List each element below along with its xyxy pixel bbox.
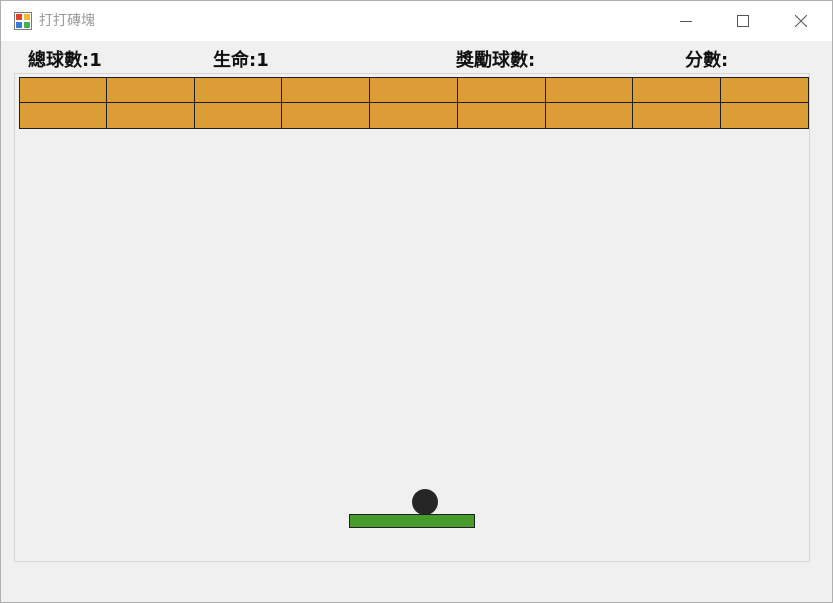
brick (632, 102, 722, 129)
brick (456, 102, 546, 129)
brick (632, 77, 722, 103)
app-window-icon (14, 12, 32, 30)
brick (105, 102, 195, 129)
brick (105, 77, 195, 103)
brick (193, 102, 283, 129)
brick (19, 77, 107, 103)
play-area[interactable] (14, 73, 810, 562)
brick (544, 102, 634, 129)
close-button[interactable] (772, 1, 829, 41)
brick (369, 77, 458, 103)
lives-label: 生命:1 (213, 50, 269, 71)
brick (456, 77, 546, 103)
game-window: 打打磚塊 總球數:1 生命:1 獎勵球數: 分數: (0, 0, 833, 603)
window-title: 打打磚塊 (39, 13, 95, 29)
bonus-balls-label: 獎勵球數: (456, 50, 536, 71)
brick (19, 102, 107, 129)
ball (412, 489, 438, 515)
minimize-button[interactable] (657, 1, 714, 41)
paddle[interactable] (349, 514, 475, 528)
maximize-button[interactable] (714, 1, 771, 41)
maximize-icon (736, 15, 749, 27)
brick (281, 102, 371, 129)
brick (281, 77, 371, 103)
brick (720, 102, 809, 129)
minimize-icon (679, 21, 692, 22)
brick-grid (19, 77, 809, 129)
brick (193, 77, 283, 103)
title-bar[interactable]: 打打磚塊 (1, 1, 832, 41)
brick (544, 77, 634, 103)
total-balls-label: 總球數:1 (28, 50, 102, 71)
brick (720, 77, 809, 103)
brick (369, 102, 458, 129)
close-icon (794, 15, 807, 27)
score-label: 分數: (685, 50, 729, 71)
